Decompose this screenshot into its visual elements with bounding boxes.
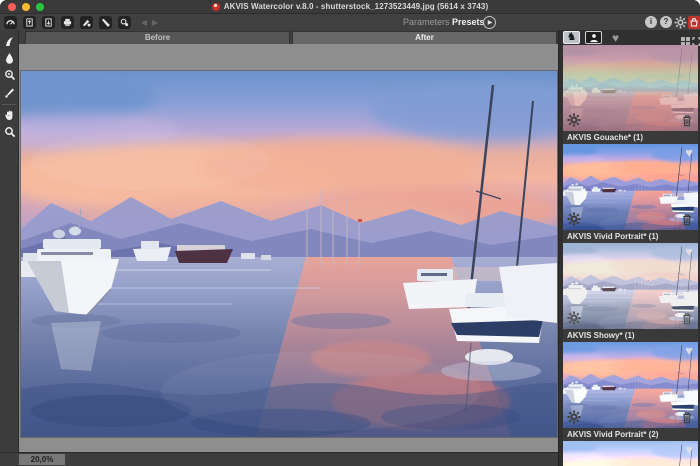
save-image-icon[interactable] <box>42 16 55 29</box>
preferences-gear-icon[interactable] <box>674 16 687 29</box>
presets-list: AKVIS Gouache* (1) ♥ AKVIS Vivid Portrai… <box>559 45 700 466</box>
batch-icon[interactable] <box>118 16 131 29</box>
smudge-tool-icon[interactable] <box>3 85 16 98</box>
run-icon[interactable]: ▶ <box>483 16 496 29</box>
expand-view-icon[interactable] <box>692 33 700 42</box>
preset-item[interactable]: ♥ AKVIS Vivid Portrait* (1) <box>563 144 698 243</box>
tools-divider <box>2 104 16 105</box>
preset-item[interactable]: ♥ <box>563 441 698 466</box>
preset-label: AKVIS Vivid Portrait* (2) <box>563 428 698 441</box>
thumbnail-view-icon[interactable] <box>681 33 690 42</box>
window-title: AKVIS Watercolor v.8.0 - shutterstock_12… <box>224 2 489 11</box>
preset-thumbnail[interactable]: ♥ <box>563 441 698 466</box>
favorite-heart-icon[interactable]: ♥ <box>685 245 693 258</box>
after-image-canvas[interactable] <box>21 71 557 437</box>
preset-item[interactable]: ♥ AKVIS Vivid Portrait* (2) <box>563 342 698 441</box>
favorite-heart-icon[interactable]: ♥ <box>685 443 693 456</box>
preset-thumbnail[interactable]: ♥ <box>563 144 698 230</box>
history-brush-tool-icon[interactable] <box>3 68 16 81</box>
preset-thumbnail[interactable]: ♥ <box>563 342 698 428</box>
preset-settings-gear-icon[interactable] <box>567 410 581 424</box>
share-icon[interactable] <box>80 16 93 29</box>
akvis-presets-icon[interactable]: ♞ <box>563 31 580 44</box>
preset-label: AKVIS Vivid Portrait* (1) <box>563 230 698 243</box>
preset-settings-gear-icon[interactable] <box>567 113 581 127</box>
gouache-tint-overlay <box>563 45 698 131</box>
user-presets-icon[interactable] <box>585 31 602 44</box>
preset-settings-gear-icon[interactable] <box>567 311 581 325</box>
status-bar: 20,0% <box>0 452 558 466</box>
delete-trash-icon[interactable] <box>681 213 693 226</box>
stroke-tool-icon[interactable] <box>3 34 16 47</box>
tab-parameters[interactable]: Parameters <box>403 14 450 31</box>
help-icon[interactable]: ? <box>660 16 672 28</box>
preset-item[interactable]: ♥ AKVIS Showy* (1) <box>563 243 698 342</box>
tab-after[interactable]: After <box>292 31 557 44</box>
delete-trash-icon[interactable] <box>681 114 693 127</box>
view-tab-bar: Before After <box>19 30 558 44</box>
favorites-icon[interactable]: ♥ <box>607 31 624 44</box>
favorite-heart-icon[interactable]: ♥ <box>685 344 693 357</box>
preset-label: AKVIS Gouache* (1) <box>563 131 698 144</box>
print-icon[interactable] <box>61 16 74 29</box>
hand-tool-icon[interactable] <box>3 108 16 121</box>
presets-panel: ♞ ♥ <box>558 30 700 466</box>
favorite-heart-icon[interactable]: ♥ <box>685 146 693 159</box>
canvas-workspace <box>19 44 558 452</box>
delete-trash-icon[interactable] <box>681 312 693 325</box>
main-toolbar: ◀ ▶ Parameters Presets ▶ i ? <box>0 13 700 30</box>
app-window: AKVIS Watercolor v.8.0 - shutterstock_12… <box>0 0 700 466</box>
preset-thumbnail[interactable]: ♥ <box>563 243 698 329</box>
tools-sidebar <box>0 30 19 452</box>
zoom-level-field[interactable]: 20,0% <box>19 454 65 465</box>
window-title-wrap: AKVIS Watercolor v.8.0 - shutterstock_12… <box>0 0 700 13</box>
akvis-logo-icon <box>212 3 220 11</box>
preset-item[interactable]: AKVIS Gouache* (1) <box>563 45 698 144</box>
workspace-icon[interactable] <box>4 16 17 29</box>
delete-trash-icon[interactable] <box>681 411 693 424</box>
preset-thumbnail[interactable] <box>563 45 698 131</box>
import-icon[interactable] <box>99 16 112 29</box>
preset-label: AKVIS Showy* (1) <box>563 329 698 342</box>
redo-icon[interactable]: ▶ <box>150 16 160 29</box>
open-image-icon[interactable] <box>23 16 36 29</box>
info-icon[interactable]: i <box>645 16 657 28</box>
tab-before[interactable]: Before <box>25 31 290 44</box>
presets-header: ♞ ♥ <box>559 30 700 45</box>
buy-icon[interactable] <box>688 16 700 29</box>
zoom-tool-icon[interactable] <box>3 125 16 138</box>
blur-tool-icon[interactable] <box>3 51 16 64</box>
preset-settings-gear-icon[interactable] <box>567 212 581 226</box>
tab-presets[interactable]: Presets <box>452 14 485 31</box>
undo-icon[interactable]: ◀ <box>139 16 149 29</box>
title-bar: AKVIS Watercolor v.8.0 - shutterstock_12… <box>0 0 700 13</box>
